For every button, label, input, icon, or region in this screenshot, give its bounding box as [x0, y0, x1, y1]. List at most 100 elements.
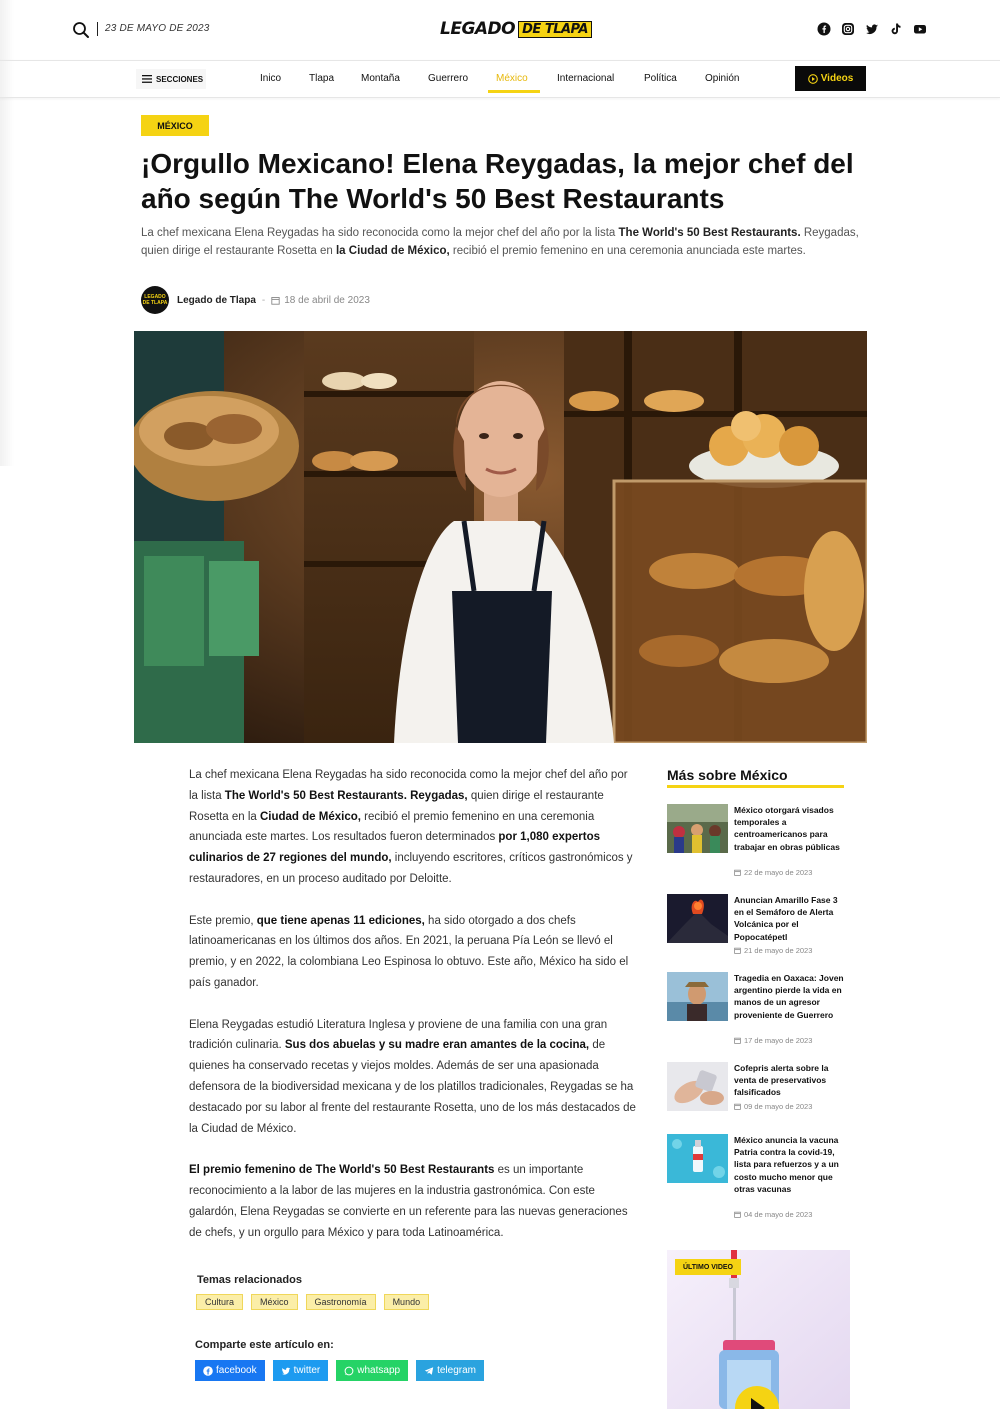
share-title: Comparte este artículo en:	[195, 1339, 334, 1351]
article-body: La chef mexicana Elena Reygadas ha sido …	[189, 765, 639, 1264]
current-date: 23 DE MAYO DE 2023	[105, 23, 210, 34]
nav-item-guerrero[interactable]: Guerrero	[428, 73, 468, 84]
news-date-text: 04 de mayo de 2023	[744, 1210, 813, 1219]
tag-mexico[interactable]: México	[251, 1294, 298, 1310]
news-thumbnail[interactable]	[667, 804, 728, 853]
logo-word-tlapa: DE TLAPA	[518, 20, 592, 38]
site-logo[interactable]: LEGADO DE TLAPA	[440, 18, 592, 40]
hero-image	[134, 331, 867, 743]
share-facebook-button[interactable]: facebook	[195, 1360, 265, 1381]
logo-word-legado: LEGADO	[440, 19, 516, 39]
sections-label: SECCIONES	[156, 74, 204, 84]
news-date: 09 de mayo de 2023	[734, 1102, 812, 1111]
news-date: 17 de mayo de 2023	[734, 1036, 812, 1045]
author-name[interactable]: Legado de Tlapa	[177, 295, 256, 306]
facebook-icon	[203, 1365, 213, 1376]
bold-text: El premio femenino de The World's 50 Bes…	[189, 1164, 495, 1177]
header-separator	[97, 22, 98, 36]
byline-separator: -	[261, 294, 266, 306]
hamburger-icon	[142, 75, 152, 83]
sections-menu-button[interactable]: SECCIONES	[136, 69, 206, 89]
text: de quienes ha conservado recetas y viejo…	[189, 1039, 636, 1135]
news-thumbnail[interactable]	[667, 1062, 728, 1111]
nav-item-montana[interactable]: Montaña	[361, 73, 400, 84]
instagram-icon[interactable]	[840, 21, 856, 37]
whatsapp-icon	[344, 1366, 354, 1375]
nav-item-politica[interactable]: Política	[644, 73, 677, 84]
twitter-icon	[281, 1367, 290, 1375]
nav-item-inicio[interactable]: Inico	[260, 73, 281, 84]
sidebar-title-underline	[667, 785, 844, 788]
share-telegram-button[interactable]: telegram	[416, 1360, 484, 1381]
calendar-icon	[734, 869, 741, 876]
news-title[interactable]: México anuncia la vacuna Patria contra l…	[734, 1134, 846, 1195]
tag-cultura[interactable]: Cultura	[196, 1294, 244, 1310]
tag-gastronomia[interactable]: Gastronomía	[305, 1294, 376, 1310]
search-icon[interactable]	[72, 21, 90, 39]
related-topics: Cultura México Gastronomía Mundo	[196, 1294, 430, 1310]
latest-video-badge: ÚLTIMO VIDEO	[675, 1259, 741, 1275]
news-date-text: 09 de mayo de 2023	[744, 1102, 813, 1111]
share-whatsapp-button[interactable]: whatsapp	[336, 1360, 409, 1381]
news-date: 04 de mayo de 2023	[734, 1210, 812, 1219]
nav-item-tlapa[interactable]: Tlapa	[309, 73, 334, 84]
bold-text: Sus dos abuelas y su madre eran amantes …	[284, 1039, 590, 1052]
sidebar-title: Más sobre México	[667, 767, 788, 783]
top-header: 23 DE MAYO DE 2023 LEGADO DE TLAPA	[0, 0, 1000, 60]
publish-date: 18 de abril de 2023	[271, 295, 370, 306]
share-twitter-label: twitter	[293, 1365, 321, 1376]
nav-item-internacional[interactable]: Internacional	[557, 73, 614, 84]
videos-label: Videos	[820, 73, 854, 84]
news-thumbnail[interactable]	[667, 1134, 728, 1183]
facebook-icon[interactable]	[816, 21, 832, 37]
byline: LEGADO DE TLAPA Legado de Tlapa - 18 de …	[141, 286, 370, 314]
calendar-icon	[734, 1037, 741, 1044]
lede-bold: The World's 50 Best Restaurants.	[618, 227, 801, 239]
share-telegram-label: telegram	[437, 1365, 476, 1376]
news-date-text: 17 de mayo de 2023	[744, 1036, 813, 1045]
main-nav: SECCIONES Inico Tlapa Montaña Guerrero M…	[0, 60, 1000, 98]
youtube-icon[interactable]	[912, 21, 928, 37]
lede-bold: la Ciudad de México,	[335, 245, 450, 257]
related-topics-title: Temas relacionados	[197, 1274, 302, 1286]
news-title[interactable]: Tragedia en Oaxaca: Joven argentino pier…	[734, 972, 846, 1021]
bold-text: Ciudad de México,	[259, 810, 361, 823]
twitter-icon[interactable]	[864, 21, 880, 37]
nav-item-opinion[interactable]: Opinión	[705, 73, 739, 84]
news-thumbnail[interactable]	[667, 972, 728, 1021]
share-buttons: facebook twitter whatsapp telegram	[195, 1360, 484, 1381]
article-paragraph: Este premio, que tiene apenas 11 edicion…	[189, 911, 639, 994]
lede-text: La chef mexicana Elena Reygadas ha sido …	[141, 227, 619, 239]
social-links	[816, 21, 928, 37]
bold-text: The World's 50 Best Restaurants. Reygada…	[224, 789, 468, 802]
bold-text: que tiene apenas 11 ediciones,	[256, 914, 425, 927]
category-badge[interactable]: MÉXICO	[141, 115, 209, 136]
author-avatar[interactable]: LEGADO DE TLAPA	[141, 286, 169, 314]
active-nav-indicator	[488, 90, 540, 93]
calendar-icon	[271, 296, 280, 305]
share-twitter-button[interactable]: twitter	[272, 1360, 329, 1381]
article-paragraph: El premio femenino de The World's 50 Bes…	[189, 1160, 639, 1243]
share-facebook-label: facebook	[216, 1365, 257, 1376]
news-date: 21 de mayo de 2023	[734, 946, 812, 955]
news-title[interactable]: México otorgará visados temporales a cen…	[734, 804, 846, 853]
news-title[interactable]: Anuncian Amarillo Fase 3 en el Semáforo …	[734, 894, 846, 943]
text: Este premio,	[189, 914, 257, 927]
nav-item-mexico[interactable]: México	[496, 73, 528, 84]
article-title: ¡Orgullo Mexicano! Elena Reygadas, la me…	[141, 148, 854, 214]
tiktok-icon[interactable]	[888, 21, 904, 37]
videos-button[interactable]: Videos	[795, 66, 866, 91]
article-paragraph: Elena Reygadas estudió Literatura Ingles…	[189, 1015, 639, 1140]
news-thumbnail[interactable]	[667, 894, 728, 943]
article-paragraph: La chef mexicana Elena Reygadas ha sido …	[189, 765, 639, 890]
calendar-icon	[734, 947, 741, 954]
lede-text: recibió el premio femenino en una ceremo…	[449, 245, 806, 257]
calendar-icon	[734, 1211, 741, 1218]
article-lede: La chef mexicana Elena Reygadas ha sido …	[141, 224, 866, 260]
play-circle-icon	[807, 73, 818, 84]
tag-mundo[interactable]: Mundo	[383, 1294, 430, 1310]
news-title[interactable]: Cofepris alerta sobre la venta de preser…	[734, 1062, 846, 1099]
telegram-icon	[424, 1366, 434, 1375]
news-date: 22 de mayo de 2023	[734, 868, 812, 877]
share-whatsapp-label: whatsapp	[357, 1365, 401, 1376]
